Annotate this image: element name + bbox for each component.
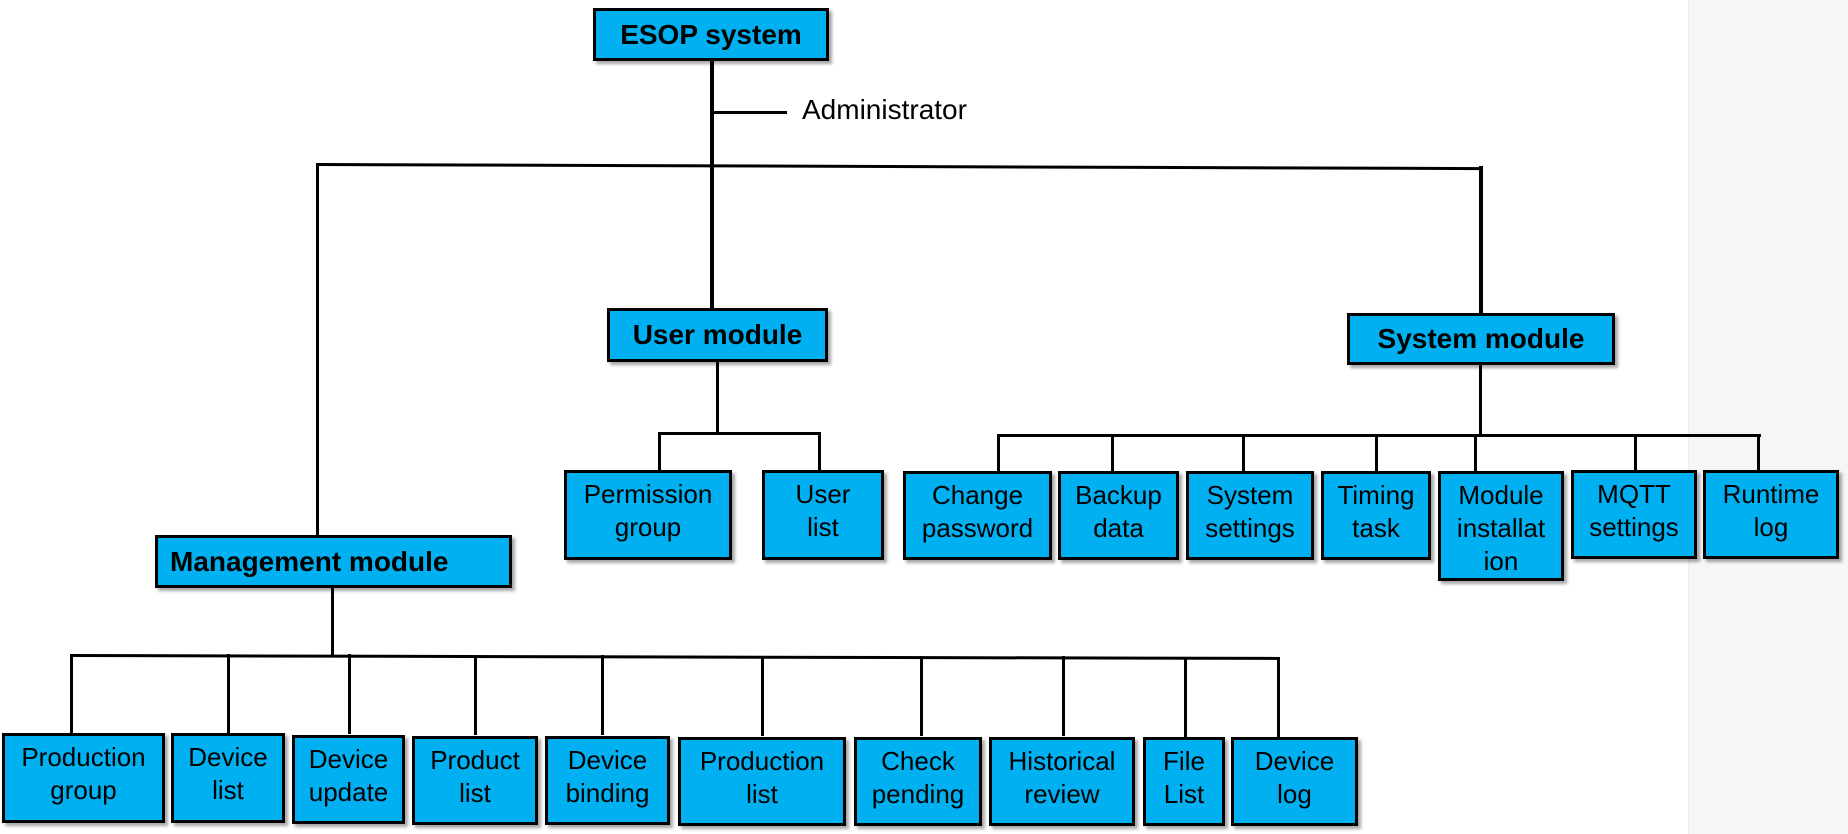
node-production-list[interactable]: Production list: [678, 737, 846, 826]
node-device-update[interactable]: Device update: [292, 735, 405, 824]
node-system-module[interactable]: System module: [1347, 313, 1615, 365]
node-timing-task[interactable]: Timing task: [1321, 471, 1431, 560]
node-permission-group[interactable]: Permission group: [564, 470, 732, 560]
connector-management-child: [70, 654, 73, 734]
connector-management-child: [474, 655, 477, 735]
node-management-module[interactable]: Management module: [155, 535, 512, 588]
node-product-list[interactable]: Product list: [412, 736, 538, 825]
connector-administrator: [712, 111, 787, 114]
connector-system-child: [1474, 434, 1477, 474]
node-esop-system[interactable]: ESOP system: [593, 8, 829, 61]
administrator-label: Administrator: [802, 94, 967, 125]
connector-management-child: [1062, 656, 1065, 736]
connector-system-child: [1242, 434, 1245, 474]
connector-user-child: [658, 432, 661, 472]
connector-system-child: [1111, 434, 1114, 474]
connector-management-bus: [69, 654, 1280, 660]
node-historical-review[interactable]: Historical review: [989, 737, 1135, 826]
node-module-installation[interactable]: Module installat ion: [1438, 471, 1564, 581]
connector-management-stem: [331, 587, 334, 656]
node-backup-data[interactable]: Backup data: [1058, 471, 1179, 560]
connector-management-child: [761, 656, 764, 736]
connector-user-stem: [716, 362, 719, 434]
node-production-group[interactable]: Production group: [2, 733, 165, 823]
connector-user-bus: [658, 432, 821, 435]
connector-system-child: [1757, 434, 1760, 474]
connector-system-stem: [1479, 364, 1482, 436]
node-runtime-log[interactable]: Runtime log: [1703, 470, 1839, 559]
node-device-list[interactable]: Device list: [171, 733, 285, 823]
connector-system-child: [997, 434, 1000, 474]
node-mqtt-settings[interactable]: MQTT settings: [1571, 470, 1697, 559]
connector-root-stem: [710, 60, 714, 310]
connector-to-system: [1479, 166, 1483, 314]
node-check-pending[interactable]: Check pending: [854, 737, 982, 826]
connector-user-child: [818, 432, 821, 472]
node-system-settings[interactable]: System settings: [1186, 471, 1314, 560]
node-change-password[interactable]: Change password: [903, 471, 1052, 560]
connector-management-child: [348, 654, 351, 734]
connector-management-child: [1277, 657, 1280, 737]
node-file-list[interactable]: File List: [1143, 737, 1225, 826]
node-user-list[interactable]: User list: [762, 470, 884, 560]
connector-top-bus: [315, 163, 1483, 171]
side-panel: [1688, 0, 1848, 834]
node-user-module[interactable]: User module: [607, 308, 828, 362]
connector-management-child: [601, 655, 604, 735]
connector-management-child: [1184, 657, 1187, 737]
connector-management-child: [920, 656, 923, 736]
node-device-binding[interactable]: Device binding: [545, 736, 670, 825]
connector-management-child: [227, 654, 230, 734]
connector-system-child: [1634, 434, 1637, 474]
connector-system-child: [1375, 434, 1378, 474]
connector-to-management: [316, 163, 319, 536]
node-device-log[interactable]: Device log: [1231, 737, 1358, 826]
